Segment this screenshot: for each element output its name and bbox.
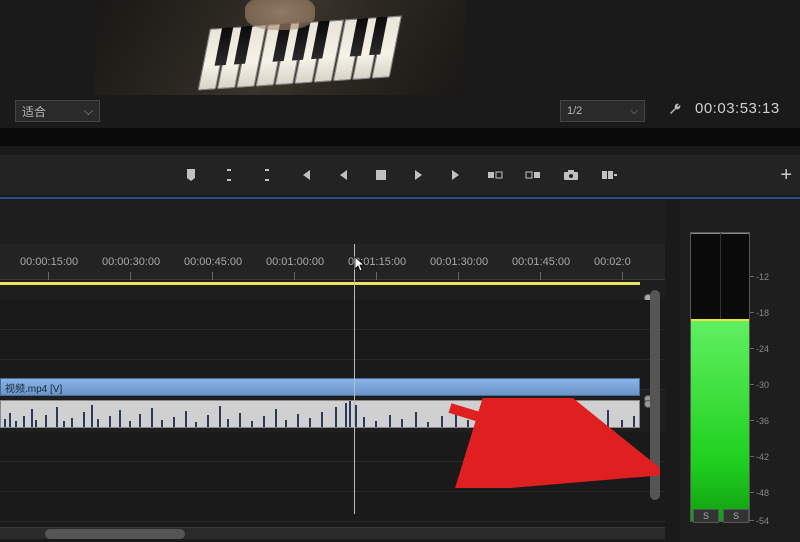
db-scale: -12 -18 -24 -30 -36 -42 -48 -54 — [756, 232, 796, 522]
meter-level — [691, 321, 749, 521]
goto-out-button[interactable] — [447, 165, 467, 185]
export-frame-button[interactable] — [561, 165, 581, 185]
step-forward-button[interactable] — [409, 165, 429, 185]
lift-button[interactable] — [485, 165, 505, 185]
horizontal-scrollbar-track[interactable] — [0, 527, 665, 539]
audio-track-a2[interactable] — [0, 432, 665, 462]
audio-meter-panel: S S -12 -18 -24 -30 -36 -42 -48 -54 — [680, 200, 800, 542]
audio-track-a3[interactable] — [0, 462, 665, 492]
playback-resolution-select[interactable]: 1/2 ⌵ — [560, 100, 645, 122]
audio-track-a4[interactable] — [0, 492, 665, 522]
resolution-label: 1/2 — [567, 105, 582, 117]
zoom-fit-label: 适合 — [22, 103, 46, 120]
transport-toolbar: + — [0, 155, 800, 195]
horizontal-scrollbar-thumb[interactable] — [45, 529, 185, 539]
panel-divider — [0, 128, 800, 146]
ruler-tick: 00:01:00:00 — [266, 256, 324, 268]
solo-right-button[interactable]: S — [723, 509, 749, 523]
extract-button[interactable] — [523, 165, 543, 185]
audio-waveform — [1, 401, 639, 427]
mark-in-button[interactable] — [219, 165, 239, 185]
stop-button[interactable] — [371, 165, 391, 185]
ruler-tick: 00:01:30:00 — [430, 256, 488, 268]
solo-left-button[interactable]: S — [693, 509, 719, 523]
cursor-icon — [354, 256, 366, 274]
chevron-down-icon: ⌵ — [630, 106, 638, 117]
insert-button[interactable] — [599, 165, 619, 185]
ruler-tick: 00:01:45:00 — [512, 256, 570, 268]
ruler-tick: 00:00:30:00 — [102, 256, 160, 268]
button-editor[interactable]: + — [780, 155, 792, 195]
step-back-button[interactable] — [333, 165, 353, 185]
timeline-panel: 00:00:15:00 00:00:30:00 00:00:45:00 00:0… — [0, 200, 665, 520]
work-area-bar[interactable] — [0, 282, 640, 285]
wrench-icon — [667, 102, 683, 118]
audio-clip[interactable] — [0, 400, 640, 428]
audio-meter[interactable]: S S — [690, 232, 750, 522]
mark-out-button[interactable] — [257, 165, 277, 185]
video-clip[interactable]: 视频.mp4 [V] — [0, 378, 640, 396]
ruler-tick: 00:02:0 — [594, 256, 631, 268]
ruler-tick: 00:00:45:00 — [184, 256, 242, 268]
zoom-fit-select[interactable]: 适合 ⌵ — [15, 100, 100, 122]
goto-in-button[interactable] — [295, 165, 315, 185]
clip-label: 视频.mp4 [V] — [1, 379, 639, 396]
add-marker-button[interactable] — [181, 165, 201, 185]
video-track-v3[interactable] — [0, 300, 665, 330]
settings-button[interactable] — [665, 100, 685, 120]
ruler-tick: 00:00:15:00 — [20, 256, 78, 268]
time-ruler[interactable]: 00:00:15:00 00:00:30:00 00:00:45:00 00:0… — [0, 244, 665, 280]
vertical-scrollbar[interactable] — [650, 290, 660, 500]
panel-border — [0, 197, 800, 199]
program-monitor — [95, 0, 465, 95]
chevron-down-icon: ⌵ — [84, 104, 93, 119]
playhead[interactable] — [354, 244, 355, 514]
timecode-display[interactable]: 00:03:53:13 — [695, 100, 780, 117]
video-track-v2[interactable] — [0, 330, 665, 360]
